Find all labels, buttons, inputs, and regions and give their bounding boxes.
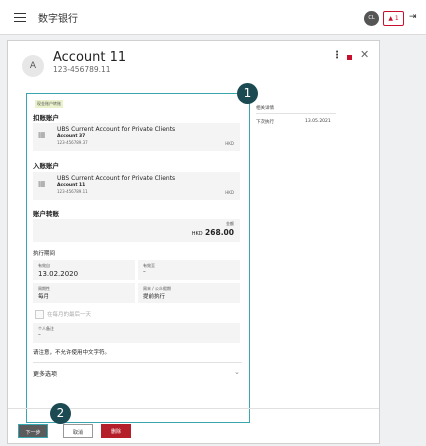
transfer-heading: 账户转账	[33, 210, 59, 218]
transfer-type-tag: 现金账户转账	[35, 100, 63, 108]
callout-one: 1	[237, 83, 258, 104]
personal-remark-value: –	[38, 332, 41, 338]
more-options-label: 更多选项	[33, 371, 58, 378]
debit-account-currency: HKD	[225, 141, 234, 146]
valid-from-label: 有效自	[38, 263, 50, 268]
valid-until-field[interactable]: 有效至 –	[138, 260, 240, 280]
account-avatar: A	[22, 55, 44, 77]
logout-icon[interactable]: ⇥	[409, 12, 417, 22]
debit-account-box[interactable]: ▦ UBS Current Account for Private Client…	[33, 123, 240, 151]
bank-account-icon: ▦	[38, 179, 46, 188]
credit-account-title: UBS Current Account for Private Clients	[57, 175, 176, 182]
credit-account-currency: HKD	[225, 190, 234, 195]
amount-field[interactable]: 金额 HKD 268.00	[33, 219, 240, 242]
bank-account-icon: ▦	[38, 130, 46, 139]
side-heading: 相关详情	[256, 106, 274, 111]
personal-remark-field[interactable]: 个人备注 –	[33, 323, 240, 343]
frequency-field[interactable]: 周期性 每月	[33, 283, 135, 303]
cancel-button[interactable]: 取消	[63, 424, 93, 438]
next-execution-value: 13.05.2021	[305, 119, 331, 124]
delete-button[interactable]: 删除	[101, 424, 131, 438]
month-end-label: 在每月的最后一天	[47, 312, 92, 318]
credit-account-name: Account 11	[57, 183, 86, 188]
month-end-checkbox[interactable]	[35, 310, 44, 319]
debit-account-heading: 扣账账户	[33, 114, 59, 122]
callout-two: 2	[50, 403, 71, 424]
notification-count: 1	[394, 15, 399, 22]
amount-value: 268.00	[205, 228, 234, 237]
debit-account-number: 123-456789.37	[57, 140, 88, 145]
notice-divider	[33, 362, 242, 363]
app-title: 数字银行	[38, 14, 78, 25]
notifications-button[interactable]: ▲ 1	[383, 11, 404, 26]
chevron-down-icon: ⌄	[234, 368, 240, 376]
account-name: Account 11	[53, 50, 127, 65]
credit-account-number: 123-456789.11	[57, 189, 88, 194]
debit-account-name: Account 37	[57, 134, 86, 139]
account-number: 123-456789.11	[53, 65, 111, 74]
flag-icon[interactable]	[347, 55, 352, 60]
execution-heading: 执行期间	[33, 251, 56, 257]
side-divider	[256, 113, 336, 114]
character-notice: 请注意，不允许使用中文字符。	[33, 350, 111, 356]
top-bar: 数字银行 CL ▲ 1 ⇥	[0, 0, 426, 35]
credit-account-heading: 入账账户	[33, 162, 59, 170]
amount-label: 金额	[226, 221, 234, 226]
transfer-form: 现金账户转账 扣账账户 ▦ UBS Current Account for Pr…	[26, 93, 250, 423]
close-icon[interactable]: ✕	[360, 48, 369, 61]
user-avatar[interactable]: CL	[364, 11, 379, 26]
amount-display: HKD 268.00	[192, 228, 234, 237]
weekend-rule-value: 提前执行	[143, 294, 166, 300]
debit-account-title: UBS Current Account for Private Clients	[57, 126, 176, 133]
transfer-panel: A Account 11 123-456789.11 ⋮ ✕ 现金账户转账 扣账…	[7, 40, 380, 444]
more-options-icon[interactable]: ⋮	[332, 50, 342, 61]
next-execution-label: 下次执行	[256, 120, 274, 125]
hamburger-menu-icon[interactable]	[14, 13, 26, 22]
frequency-value: 每月	[38, 294, 50, 300]
more-options-row[interactable]: 更多选项 ⌄	[27, 365, 249, 379]
valid-from-value: 13.02.2020	[38, 270, 79, 278]
valid-until-value: –	[143, 269, 146, 275]
next-button[interactable]: 下一步	[18, 424, 48, 438]
weekend-rule-field[interactable]: 周末 / 公众假期 提前执行	[138, 283, 240, 303]
amount-currency: HKD	[191, 231, 203, 237]
credit-account-box[interactable]: ▦ UBS Current Account for Private Client…	[33, 172, 240, 200]
valid-from-field[interactable]: 有效自 13.02.2020	[33, 260, 135, 280]
